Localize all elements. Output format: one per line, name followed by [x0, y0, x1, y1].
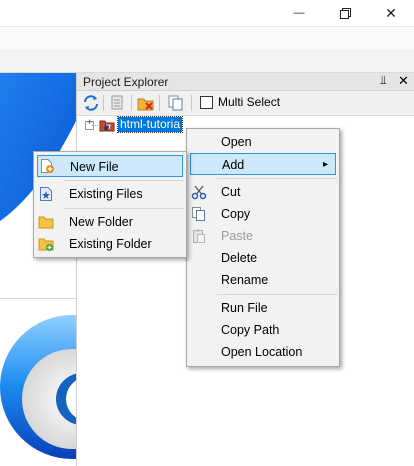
- new-file-icon: [41, 159, 54, 173]
- menu-item-copy[interactable]: Copy: [187, 203, 339, 225]
- minimize-icon: —: [293, 7, 305, 19]
- window-title-bar: — ✕: [0, 0, 414, 26]
- multi-select-checkbox[interactable]: [200, 96, 213, 109]
- toolbar-separator: [159, 95, 160, 111]
- restore-icon: [339, 7, 351, 19]
- menu-item-label: Rename: [221, 273, 269, 287]
- toolbar-separator: [191, 95, 192, 111]
- menu-item-label: New Folder: [69, 215, 133, 229]
- menu-item-label: Open: [221, 135, 252, 149]
- existing-files-icon: [40, 187, 52, 201]
- menu-item-label: New File: [70, 160, 119, 174]
- menu-item-new-folder[interactable]: New Folder: [34, 211, 186, 233]
- menu-item-label: Open Location: [221, 345, 303, 359]
- menu-item-label: Delete: [221, 251, 258, 265]
- context-menu: Open Add ▸ Cut Copy Paste Delete Rename: [186, 128, 340, 367]
- menu-separator: [217, 294, 337, 295]
- minimize-button[interactable]: —: [276, 0, 322, 26]
- app-logo-icon: [0, 315, 76, 459]
- pin-icon[interactable]: ⫫: [380, 73, 387, 88]
- menu-item-open-location[interactable]: Open Location: [187, 341, 339, 363]
- toolbar-separator: [131, 95, 132, 111]
- copy-icon[interactable]: [167, 94, 185, 112]
- project-icon: [99, 120, 115, 132]
- remove-icon[interactable]: [137, 94, 155, 112]
- menu-item-run-file[interactable]: Run File: [187, 297, 339, 319]
- toolbar-separator: [103, 95, 104, 111]
- project-explorer-header: Project Explorer ⫫ ✕: [77, 73, 414, 91]
- editor-tab-strip: [0, 49, 414, 73]
- add-submenu: New File Existing Files New Folder Exist…: [33, 151, 187, 258]
- folder-icon: [38, 216, 54, 229]
- panel-title: Project Explorer: [83, 75, 169, 89]
- project-explorer-toolbar: Multi Select: [77, 91, 414, 116]
- submenu-arrow-icon: ▸: [323, 159, 329, 170]
- menu-item-existing-folder[interactable]: Existing Folder: [34, 233, 186, 255]
- menu-item-label: Copy: [221, 207, 251, 221]
- menu-item-existing-files[interactable]: Existing Files: [34, 183, 186, 205]
- tree-connector: [92, 125, 98, 126]
- maximize-button[interactable]: [322, 0, 368, 26]
- menu-item-paste[interactable]: Paste: [187, 225, 339, 247]
- menu-item-label: Existing Folder: [69, 237, 152, 251]
- close-icon: ✕: [385, 4, 397, 21]
- menu-item-cut[interactable]: Cut: [187, 181, 339, 203]
- menu-item-delete[interactable]: Delete: [187, 247, 339, 269]
- menu-item-label: Run File: [221, 301, 268, 315]
- editor-area: [0, 73, 77, 466]
- menu-item-open[interactable]: Open: [187, 131, 339, 153]
- menu-separator: [64, 208, 184, 209]
- paste-icon: [193, 229, 205, 243]
- tree-item-project[interactable]: html-tutoria: [116, 116, 184, 133]
- menu-item-add[interactable]: Add ▸: [190, 153, 336, 175]
- scissors-icon: [191, 185, 207, 200]
- copy-icon: [192, 207, 205, 221]
- menu-item-rename[interactable]: Rename: [187, 269, 339, 291]
- close-panel-icon[interactable]: ✕: [398, 73, 409, 89]
- menu-item-label: Existing Files: [69, 187, 143, 201]
- refresh-icon[interactable]: [82, 94, 100, 112]
- close-window-button[interactable]: ✕: [368, 0, 414, 26]
- menu-separator: [217, 178, 337, 179]
- properties-icon[interactable]: [109, 94, 127, 112]
- multi-select-label: Multi Select: [218, 95, 281, 109]
- menu-item-new-file[interactable]: New File: [37, 155, 183, 177]
- menu-item-label: Add: [222, 158, 245, 172]
- menu-item-copy-path[interactable]: Copy Path: [187, 319, 339, 341]
- menu-item-label: Copy Path: [221, 323, 280, 337]
- menu-item-label: Cut: [221, 185, 241, 199]
- menu-item-label: Paste: [221, 229, 253, 243]
- address-strip: [0, 26, 414, 50]
- existing-folder-icon: [38, 238, 54, 251]
- menu-separator: [64, 180, 184, 181]
